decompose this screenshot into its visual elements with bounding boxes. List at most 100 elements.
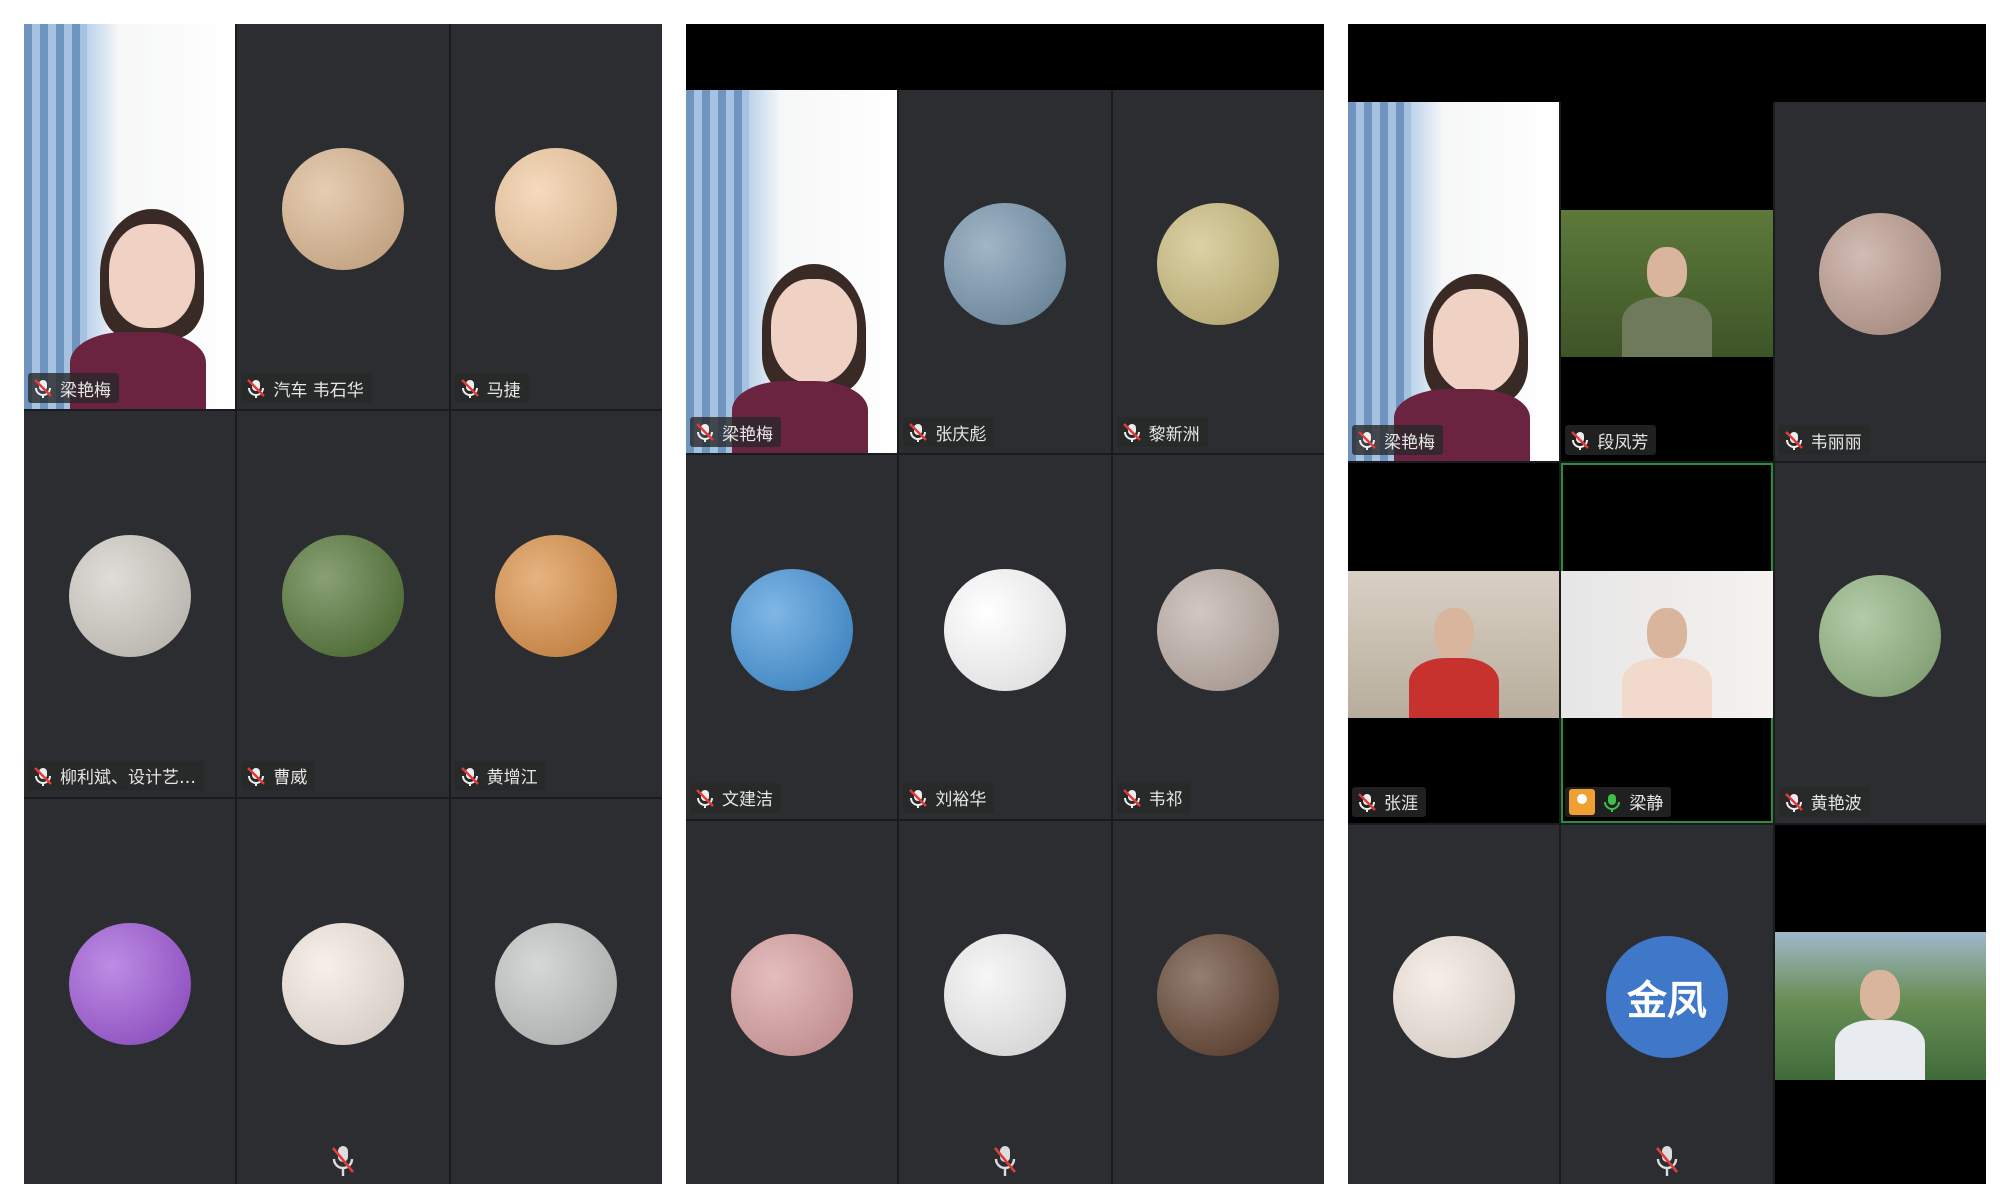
mic-muted-icon <box>1358 792 1376 812</box>
participant-name: 韦祁 <box>1148 790 1183 811</box>
participant-tile[interactable] <box>24 798 236 1184</box>
participant-video <box>1561 209 1773 358</box>
mic-muted-icon <box>460 766 479 786</box>
participant-tile[interactable]: 马捷 <box>450 24 662 410</box>
mic-muted-icon <box>909 423 928 443</box>
mic-muted-icon <box>460 379 479 399</box>
participant-video <box>1348 102 1560 462</box>
status-bar <box>1348 24 1986 102</box>
participant-name: 曹威 <box>273 768 308 789</box>
mic-on-icon <box>1604 793 1621 812</box>
doraemon-icon <box>730 568 853 691</box>
participant-name: 刘裕华 <box>935 790 987 811</box>
mic-muted-icon <box>991 1144 1019 1178</box>
participant-name: 韦丽丽 <box>1810 432 1862 453</box>
participant-video <box>686 90 898 454</box>
participant-tile[interactable]: 段凤芳 <box>1561 102 1773 462</box>
participant-tile[interactable] <box>899 820 1111 1184</box>
meeting-panel-2: 梁艳梅 张庆彪 黎新洲文建洁 刘裕华 韦祁 <box>686 24 1324 1184</box>
avatar <box>281 147 404 270</box>
participant-tile[interactable]: 黄艳波 <box>1774 463 1986 823</box>
participant-name: 张涯 <box>1384 794 1418 815</box>
participant-name-tag: 黄艳波 <box>1778 786 1870 817</box>
participant-name-tag: 曹威 <box>241 760 316 791</box>
participant-name: 黎新洲 <box>1148 424 1200 445</box>
participant-tile[interactable]: 张庆彪 <box>899 90 1111 454</box>
participant-tile[interactable] <box>686 820 898 1184</box>
participant-grid: 梁艳梅 张庆彪 黎新洲文建洁 刘裕华 韦祁 <box>686 90 1324 1184</box>
mic-muted-icon <box>1784 431 1803 451</box>
participant-tile[interactable] <box>450 798 662 1184</box>
avatar <box>281 535 404 658</box>
participant-tile[interactable]: 文建洁 <box>686 455 898 819</box>
participant-name-tag: 梁艳梅 <box>690 417 781 448</box>
participant-name-tag: 黎新洲 <box>1116 417 1208 448</box>
participant-tile[interactable]: 韦祁 <box>1112 455 1324 819</box>
participant-name: 段凤芳 <box>1597 432 1649 453</box>
participant-tile[interactable]: 张涯 <box>1348 463 1560 823</box>
avatar <box>68 922 191 1045</box>
meeting-panel-1: 梁艳梅 汽车 韦石华 马捷柳利斌、设计艺… 曹威 黄增江 <box>24 24 662 1184</box>
participant-name: 马捷 <box>486 380 521 401</box>
mic-muted-icon <box>696 423 714 443</box>
participant-name-tag: 汽车 韦石华 <box>241 373 372 404</box>
avatar <box>495 535 618 658</box>
participant-name: 黄增江 <box>486 768 538 789</box>
participant-name: 文建洁 <box>722 790 773 811</box>
avatar <box>943 934 1066 1057</box>
participant-tile[interactable] <box>1112 820 1324 1184</box>
avatar <box>943 568 1066 691</box>
mic-muted-icon <box>1358 431 1376 451</box>
meeting-panel-3: 梁艳梅 段凤芳 韦丽丽张涯 梁静 黄艳波金凤 <box>1348 24 1986 1184</box>
avatar <box>68 535 191 658</box>
participant-tile[interactable]: 曹威 <box>237 411 449 797</box>
participant-video <box>1774 932 1986 1080</box>
mic-muted-icon <box>1122 423 1141 443</box>
participant-tile[interactable]: 黄增江 <box>450 411 662 797</box>
mic-muted-icon <box>329 1144 357 1178</box>
participant-name-tag: 梁静 <box>1565 786 1672 817</box>
participant-name-tag: 韦丽丽 <box>1778 425 1870 456</box>
participant-name: 黄艳波 <box>1810 794 1862 815</box>
mic-muted-icon <box>1122 788 1141 808</box>
mic-muted-icon <box>34 766 52 786</box>
participant-tile[interactable] <box>1774 824 1986 1184</box>
avatar <box>495 922 618 1045</box>
participant-tile[interactable]: 梁艳梅 <box>24 24 236 410</box>
participant-tile[interactable]: 汽车 韦石华 <box>237 24 449 410</box>
participant-name-tag: 梁艳梅 <box>1352 425 1443 456</box>
participant-tile[interactable]: 金凤 <box>1561 824 1773 1184</box>
participant-name: 汽车 韦石华 <box>273 380 364 401</box>
mic-muted-icon <box>1571 431 1590 451</box>
participant-video <box>1561 571 1773 719</box>
avatar <box>1819 213 1942 336</box>
participant-tile[interactable] <box>237 798 449 1184</box>
avatar <box>495 147 618 270</box>
participant-tile[interactable]: 柳利斌、设计艺… <box>24 411 236 797</box>
participant-tile[interactable]: 韦丽丽 <box>1774 102 1986 462</box>
hourglass-icon <box>1392 936 1515 1059</box>
participant-name-tag: 梁艳梅 <box>28 373 119 404</box>
status-bar <box>686 24 1324 90</box>
mic-muted-icon <box>247 379 266 399</box>
avatar <box>1157 203 1280 326</box>
host-badge-icon <box>1569 788 1596 815</box>
participant-video <box>1348 571 1560 719</box>
participant-tile[interactable]: 黎新洲 <box>1112 90 1324 454</box>
avatar <box>1157 568 1280 691</box>
participant-grid: 梁艳梅 汽车 韦石华 马捷柳利斌、设计艺… 曹威 黄增江 <box>24 24 662 1184</box>
participant-tile[interactable]: 刘裕华 <box>899 455 1111 819</box>
participant-tile[interactable]: 梁艳梅 <box>1348 102 1560 462</box>
participant-tile[interactable] <box>1348 824 1560 1184</box>
participant-tile[interactable]: 梁静 <box>1561 463 1773 823</box>
mic-muted-icon <box>247 766 266 786</box>
participant-name: 梁静 <box>1629 794 1664 815</box>
avatar <box>1157 934 1280 1057</box>
participant-name: 柳利斌、设计艺… <box>60 768 196 789</box>
participant-tile[interactable]: 梁艳梅 <box>686 90 898 454</box>
mic-muted-icon <box>34 379 52 399</box>
participant-name-tag: 张涯 <box>1352 786 1426 817</box>
avatar <box>943 203 1066 326</box>
participant-name-tag: 段凤芳 <box>1565 425 1657 456</box>
avatar <box>730 934 853 1057</box>
